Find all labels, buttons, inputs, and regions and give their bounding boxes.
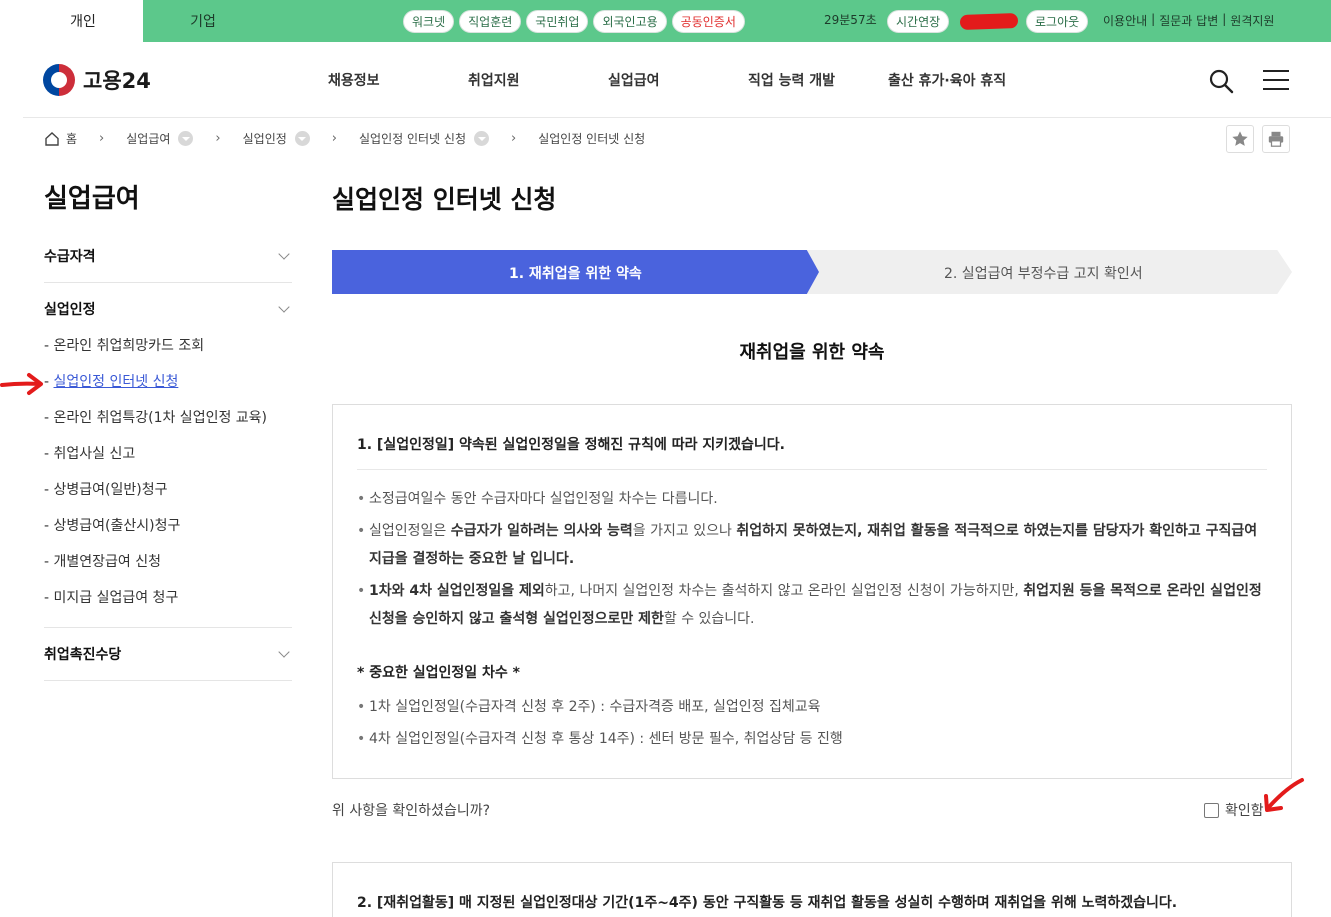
breadcrumb-separator-icon: › — [215, 131, 221, 146]
sidebar-link-sickness-general[interactable]: - 상병급여(일반)청구 — [44, 479, 167, 499]
taegeuk-logo-icon — [43, 64, 75, 96]
site-logo[interactable]: 고용24 — [43, 64, 151, 96]
breadcrumb-label: 실업급여 — [126, 132, 171, 146]
chevron-down-icon — [278, 301, 290, 313]
sidebar-section-label: 취업촉진수당 — [44, 647, 122, 663]
bullet-item: 1차와 4차 실업인정일을 제외하고, 나머지 실업인정 차수는 출석하지 않고… — [357, 577, 1267, 633]
confirm-checkbox[interactable] — [1204, 802, 1219, 818]
top-utility-bar: 개인 기업 워크넷 직업훈련 국민취업 외국인고용 공동인증서 29분57초 시… — [23, 0, 1331, 42]
dropdown-icon[interactable] — [294, 131, 310, 146]
user-type-tabs: 개인 기업 — [23, 0, 263, 42]
sidebar-title: 실업급여 — [44, 184, 140, 214]
breadcrumb: 홈 › 실업급여 › 실업인정 › 실업인정 인터넷 신청 › 실업인정 인터넷… — [44, 130, 645, 147]
home-icon — [45, 131, 59, 146]
breadcrumb-item[interactable]: 실업인정 인터넷 신청 — [359, 130, 489, 147]
util-divider: | — [1151, 12, 1156, 26]
logout-button[interactable]: 로그아웃 — [1026, 10, 1089, 33]
sidebar-section-eligibility[interactable]: 수급자격 — [44, 246, 292, 266]
search-icon[interactable] — [1208, 68, 1234, 94]
sidebar-link-current-label[interactable]: 실업인정 인터넷 신청 — [54, 374, 179, 390]
chevron-down-icon — [278, 646, 290, 658]
breadcrumb-label: 실업인정 인터넷 신청 — [538, 132, 646, 146]
worknet-link[interactable]: 워크넷 — [403, 10, 455, 33]
red-arrow-annotation-icon — [0, 373, 43, 395]
sidebar-section-label: 실업인정 — [44, 302, 96, 318]
chevron-down-icon — [278, 248, 290, 260]
sidebar-section-promotion-allowance[interactable]: 취업촉진수당 — [44, 644, 292, 664]
sidebar-link-sickness-childbirth[interactable]: - 상병급여(출산시)청구 — [44, 515, 180, 535]
important-rounds-heading: * 중요한 실업인정일 차수 * — [357, 665, 520, 681]
certificate-link[interactable]: 공동인증서 — [671, 10, 745, 33]
foreign-employment-link[interactable]: 외국인고용 — [593, 10, 667, 33]
sidebar-link-employment-report[interactable]: - 취업사실 신고 — [44, 443, 135, 463]
bullet-item: 1차 실업인정일(수급자격 신청 후 2주) : 수급자격증 배포, 실업인정 … — [357, 693, 1267, 721]
dropdown-icon[interactable] — [178, 131, 194, 146]
sidebar-link-prefix: - — [44, 374, 54, 390]
sidebar-link-online-lecture[interactable]: - 온라인 취업특강(1차 실업인정 교육) — [44, 407, 267, 427]
breadcrumb-separator-icon: › — [511, 131, 517, 146]
sidebar-link-unpaid-claim[interactable]: - 미지급 실업급여 청구 — [44, 587, 178, 607]
redacted-username — [959, 12, 1019, 31]
breadcrumb-label: 실업인정 — [242, 132, 287, 146]
confirm-checkbox-label[interactable]: 확인함 — [1204, 800, 1264, 820]
breadcrumb-item[interactable]: 실업급여 — [126, 130, 194, 147]
promise-item-2-heading: 2. [재취업활동] 매 지정된 실업인정대상 기간(1주~4주) 동안 구직활… — [357, 895, 1178, 911]
confirm-question: 위 사항을 확인하셨습니까? — [332, 803, 491, 819]
section-title: 재취업을 위한 약속 — [739, 342, 885, 363]
step-2-label: 2. 실업급여 부정수급 고지 확인서 — [944, 266, 1143, 282]
breadcrumb-current: 실업인정 인터넷 신청 — [538, 130, 645, 147]
breadcrumb-label: 실업인정 인터넷 신청 — [359, 132, 466, 146]
promise-item-1: 1. [실업인정일] 약속된 실업인정일을 정해진 규칙에 따라 지키겠습니다.… — [332, 404, 1292, 779]
bullet-item: 4차 실업인정일(수급자격 신청 후 통상 14주) : 센터 방문 필수, 취… — [357, 725, 1267, 753]
breadcrumb-home-label: 홈 — [66, 132, 78, 146]
logo-text: 고용24 — [83, 69, 151, 93]
util-divider: | — [1222, 12, 1227, 26]
nav-maternity-leave[interactable]: 출산 휴가·육아 휴직 — [888, 70, 1028, 90]
bullet-item: 소정급여일수 동안 수급자마다 실업인정일 차수는 다릅니다. — [357, 485, 1267, 513]
divider — [44, 627, 292, 628]
job-training-link[interactable]: 직업훈련 — [459, 10, 522, 33]
sidebar-section-recognition[interactable]: 실업인정 — [44, 299, 292, 319]
utility-links: 이용안내 | 질문과 답변 | 원격지원 — [1103, 12, 1274, 29]
national-employment-link[interactable]: 국민취업 — [526, 10, 589, 33]
sidebar-link-extended-benefit[interactable]: - 개별연장급여 신청 — [44, 551, 161, 571]
breadcrumb-item[interactable]: 실업인정 — [243, 130, 310, 147]
breadcrumb-separator-icon: › — [331, 131, 337, 146]
sidebar-link-hope-card[interactable]: - 온라인 취업희망카드 조회 — [44, 335, 204, 355]
nav-job-info[interactable]: 채용정보 — [328, 70, 468, 90]
bullet-item: 실업인정일은 수급자가 일하려는 의사와 능력을 가지고 있으나 취업하지 못하… — [357, 517, 1267, 573]
service-links: 워크넷 직업훈련 국민취업 외국인고용 공동인증서 — [403, 10, 745, 33]
breadcrumb-separator-icon: › — [99, 131, 105, 146]
guide-link[interactable]: 이용안내 — [1103, 12, 1147, 29]
promise-item-2: 2. [재취업활동] 매 지정된 실업인정대상 기간(1주~4주) 동안 구직활… — [332, 862, 1292, 917]
hamburger-menu-icon[interactable] — [1263, 70, 1289, 92]
divider — [357, 469, 1267, 470]
dropdown-icon[interactable] — [474, 131, 489, 146]
step-indicator: 1. 재취업을 위한 약속 2. 실업급여 부정수급 고지 확인서 — [332, 250, 1292, 294]
step-1-label: 1. 재취업을 위한 약속 — [509, 266, 642, 282]
print-icon[interactable] — [1262, 125, 1290, 153]
sidebar-section-label: 수급자격 — [44, 249, 96, 265]
tab-individual[interactable]: 개인 — [23, 0, 143, 42]
nav-employment-support[interactable]: 취업지원 — [468, 70, 608, 90]
session-timer: 29분57초 — [824, 13, 877, 27]
nav-vocational-development[interactable]: 직업 능력 개발 — [748, 70, 888, 90]
tab-company[interactable]: 기업 — [143, 0, 263, 42]
main-header: 고용24 채용정보 취업지원 실업급여 직업 능력 개발 출산 휴가·육아 휴직 — [23, 42, 1331, 118]
breadcrumb-home[interactable]: 홈 — [44, 130, 77, 147]
red-arrow-annotation-icon — [1264, 778, 1304, 812]
nav-unemployment-benefit[interactable]: 실업급여 — [608, 70, 748, 90]
favorite-star-icon[interactable] — [1226, 125, 1254, 153]
confirm-label: 확인함 — [1225, 803, 1264, 819]
promise-item-1-heading: 1. [실업인정일] 약속된 실업인정일을 정해진 규칙에 따라 지키겠습니다. — [357, 437, 785, 453]
divider — [44, 680, 292, 681]
divider — [44, 282, 292, 283]
extend-session-button[interactable]: 시간연장 — [887, 10, 950, 33]
remote-support-link[interactable]: 원격지원 — [1230, 12, 1274, 29]
sidebar-link-internet-application[interactable]: - 실업인정 인터넷 신청 — [44, 371, 178, 391]
page-title: 실업인정 인터넷 신청 — [332, 185, 557, 214]
global-nav: 채용정보 취업지원 실업급여 직업 능력 개발 출산 휴가·육아 휴직 — [328, 70, 1028, 90]
qna-link[interactable]: 질문과 답변 — [1159, 12, 1218, 29]
